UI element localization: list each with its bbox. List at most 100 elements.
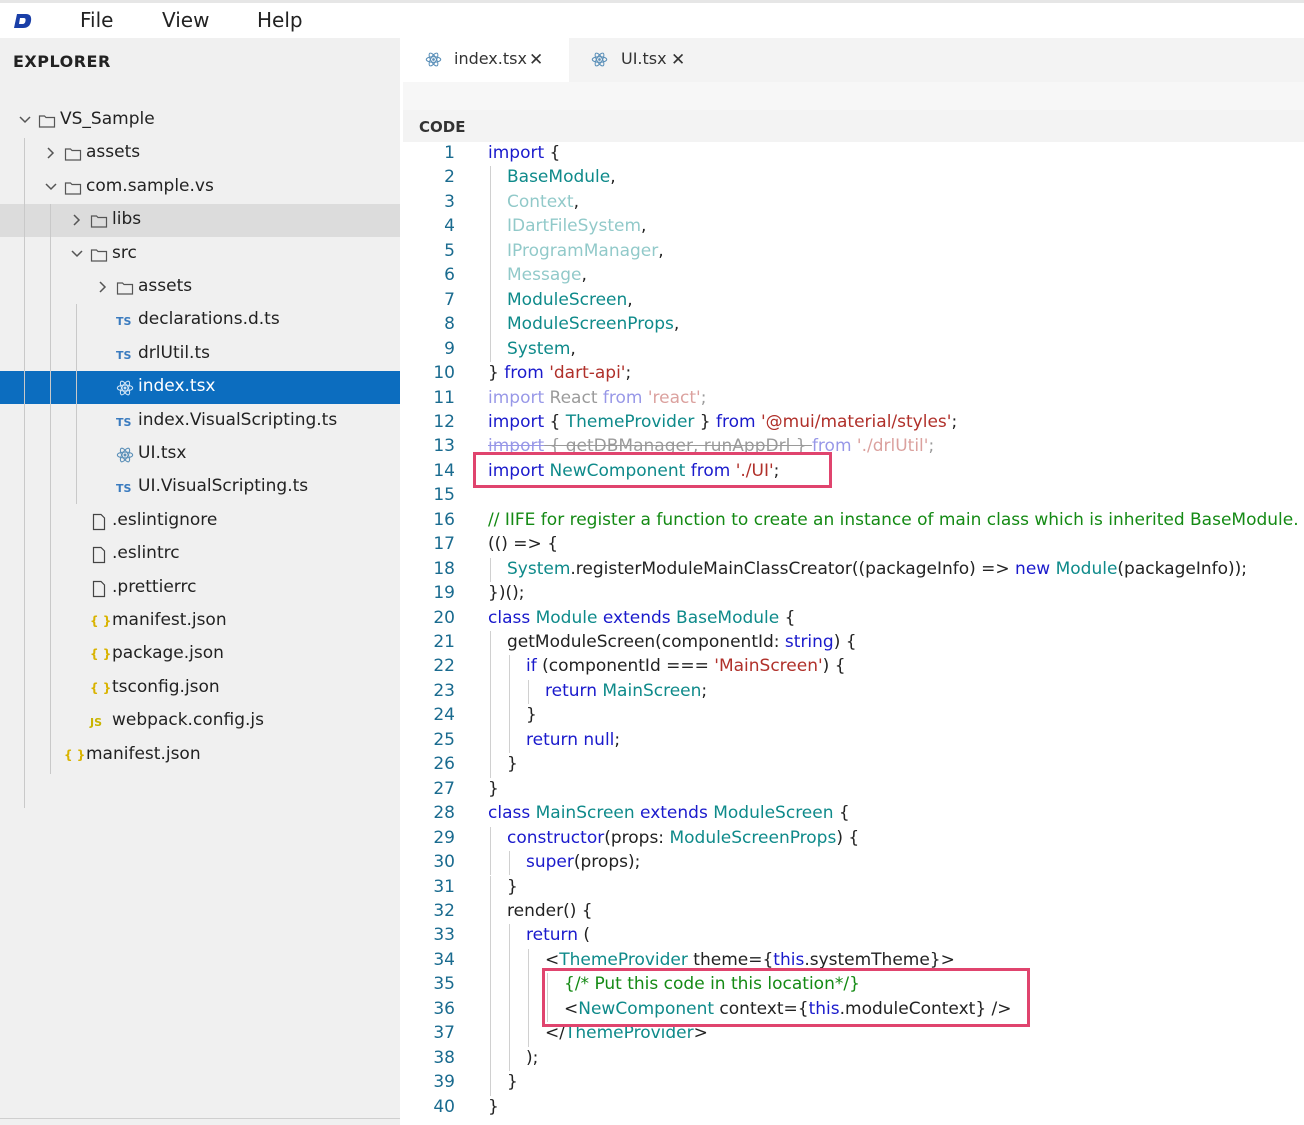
code-line[interactable]: 19})();: [403, 582, 1304, 606]
tree-item-libs[interactable]: libs: [0, 204, 400, 238]
tab-ui-tsx[interactable]: UI.tsx ✕: [569, 38, 709, 82]
chevron-right-icon[interactable]: [70, 213, 84, 227]
code-line[interactable]: 5 IProgramManager,: [403, 239, 1304, 265]
code-token: BaseModule: [507, 167, 611, 188]
line-number: 15: [433, 485, 455, 506]
chevron-down-icon[interactable]: [70, 247, 84, 261]
indent-guide: [490, 997, 491, 1023]
code-line[interactable]: 2 BaseModule,: [403, 166, 1304, 191]
tree-item-webpack-config-js[interactable]: JS webpack.config.js: [0, 705, 400, 738]
code-line[interactable]: 21 getModuleScreen(componentId: string) {: [403, 631, 1304, 656]
code-text: IDartFileSystem,: [507, 216, 646, 236]
code-line[interactable]: 40}: [403, 1096, 1304, 1120]
code-line[interactable]: 7 ModuleScreen,: [403, 288, 1304, 314]
close-icon[interactable]: ✕: [529, 50, 543, 70]
code-line[interactable]: 29 constructor(props: ModuleScreenProps) …: [403, 826, 1304, 852]
code-token: ;: [928, 436, 935, 457]
indent-guide: [509, 704, 510, 729]
tree-item-vs-sample[interactable]: VS_Sample: [0, 104, 400, 137]
code-line[interactable]: 18 System.registerModuleMainClassCreator(…: [403, 557, 1304, 583]
tree-item-index-tsx[interactable]: index.tsx: [0, 371, 400, 405]
code-text: if (componentId === 'MainScreen') {: [526, 656, 846, 676]
tree-item-label: index.VisualScripting.ts: [138, 409, 338, 430]
chevron-right-icon[interactable]: [44, 146, 58, 160]
chevron-down-icon[interactable]: [44, 180, 58, 194]
code-line[interactable]: 32 render() {: [403, 899, 1304, 925]
menu-help[interactable]: Help: [257, 8, 303, 32]
code-token: }: [694, 411, 717, 432]
code-line[interactable]: 16 // IIFE for register a function to cre…: [403, 509, 1304, 533]
code-line[interactable]: 8 ModuleScreenProps,: [403, 313, 1304, 338]
tree-item-drlutil-ts[interactable]: TS drlUtil.ts: [0, 338, 400, 371]
code-token: ,: [573, 191, 580, 212]
tree-item-prettierrc[interactable]: .prettierrc: [0, 572, 400, 605]
code-token: import: [488, 411, 545, 432]
code-line[interactable]: 27}: [403, 778, 1304, 802]
line-number: 23: [433, 680, 455, 701]
indent-guide: [490, 679, 491, 705]
code-line[interactable]: 26}: [403, 753, 1304, 778]
code-line[interactable]: 22 if (componentId === 'MainScreen') {: [403, 655, 1304, 680]
code-line[interactable]: 6 Message,: [403, 264, 1304, 289]
line-number: 18: [433, 558, 455, 579]
code-line[interactable]: 20 class Module extends BaseModule {: [403, 607, 1304, 631]
code-line[interactable]: 11 import React from 'react';: [403, 387, 1304, 411]
line-number: 12: [433, 411, 455, 432]
menu-view[interactable]: View: [162, 8, 209, 32]
code-token: string: [784, 632, 834, 652]
code-line[interactable]: 9 System,: [403, 337, 1304, 363]
code-line[interactable]: 1 import {: [403, 142, 1304, 166]
code-line[interactable]: 28 class MainScreen extends ModuleScreen …: [403, 802, 1304, 826]
tree-item-package-json[interactable]: { } package.json: [0, 638, 400, 671]
code-line[interactable]: 23 return MainScreen;: [403, 679, 1304, 705]
tree-item-manifest-json[interactable]: { } manifest.json: [0, 605, 400, 638]
tree-item-assets[interactable]: assets: [0, 271, 400, 304]
tree-item-eslintignore[interactable]: .eslintignore: [0, 505, 400, 538]
tree-item-index-visualscripting-ts[interactable]: TS index.VisualScripting.ts: [0, 405, 400, 438]
code-line[interactable]: 31}: [403, 875, 1304, 900]
tree-item-ui-tsx[interactable]: UI.tsx: [0, 438, 400, 471]
code-line[interactable]: 3 Context,: [403, 190, 1304, 216]
code-token: Message: [507, 265, 582, 286]
code-line[interactable]: 24}: [403, 704, 1304, 729]
tab-bar: index.tsx ✕ UI.tsx ✕: [403, 38, 1304, 82]
code-token: ) {: [822, 656, 846, 677]
tree-item-declarations-d-ts[interactable]: TS declarations.d.ts: [0, 304, 400, 337]
close-icon[interactable]: ✕: [671, 50, 685, 70]
code-line[interactable]: 4 IDartFileSystem,: [403, 215, 1304, 240]
code-token: React: [544, 387, 603, 408]
code-token: }: [507, 1072, 518, 1093]
tab-index-tsx[interactable]: index.tsx ✕: [403, 38, 569, 82]
folder-icon: [90, 215, 108, 228]
tree-item-label: com.sample.vs: [86, 175, 214, 196]
code-line[interactable]: 38);: [403, 1046, 1304, 1072]
code-line[interactable]: 17 (() => {: [403, 533, 1304, 557]
tree-item-label: .eslintignore: [112, 509, 218, 530]
chevron-down-icon[interactable]: [18, 113, 32, 127]
code-line[interactable]: 33 return (: [403, 924, 1304, 949]
code-line[interactable]: 10} from 'dart-api';: [403, 362, 1304, 386]
tree-item-tsconfig-json[interactable]: { } tsconfig.json: [0, 672, 400, 705]
code-line[interactable]: 39}: [403, 1071, 1304, 1096]
code-line[interactable]: 12 import { ThemeProvider } from '@mui/ma…: [403, 411, 1304, 435]
menu-file[interactable]: File: [80, 8, 113, 32]
indent-guide: [509, 1046, 510, 1072]
chevron-right-icon[interactable]: [96, 280, 110, 294]
code-text: System,: [507, 339, 576, 359]
tree-item-label: VS_Sample: [60, 109, 155, 129]
tree-item-ui-visualscripting-ts[interactable]: TS UI.VisualScripting.ts: [0, 471, 400, 504]
code-line[interactable]: 25 return null;: [403, 728, 1304, 754]
tree-item-com-sample-vs[interactable]: com.sample.vs: [0, 171, 400, 204]
indent-guide: [490, 899, 491, 925]
code-line[interactable]: 30 super(props);: [403, 851, 1304, 876]
tree-item-label: UI.VisualScripting.ts: [138, 476, 309, 497]
tree-item-manifest-json[interactable]: { } manifest.json: [0, 739, 400, 772]
dart-logo-icon[interactable]: [12, 11, 34, 31]
tree-item-assets[interactable]: assets: [0, 137, 400, 170]
indent-guide: [490, 655, 491, 680]
tree-item-eslintrc[interactable]: .eslintrc: [0, 538, 400, 571]
code-token: // IIFE for register a function to creat…: [488, 509, 1299, 530]
tree-item-src[interactable]: src: [0, 238, 400, 271]
line-number: 2: [444, 167, 455, 188]
indent-guide: [509, 997, 510, 1023]
